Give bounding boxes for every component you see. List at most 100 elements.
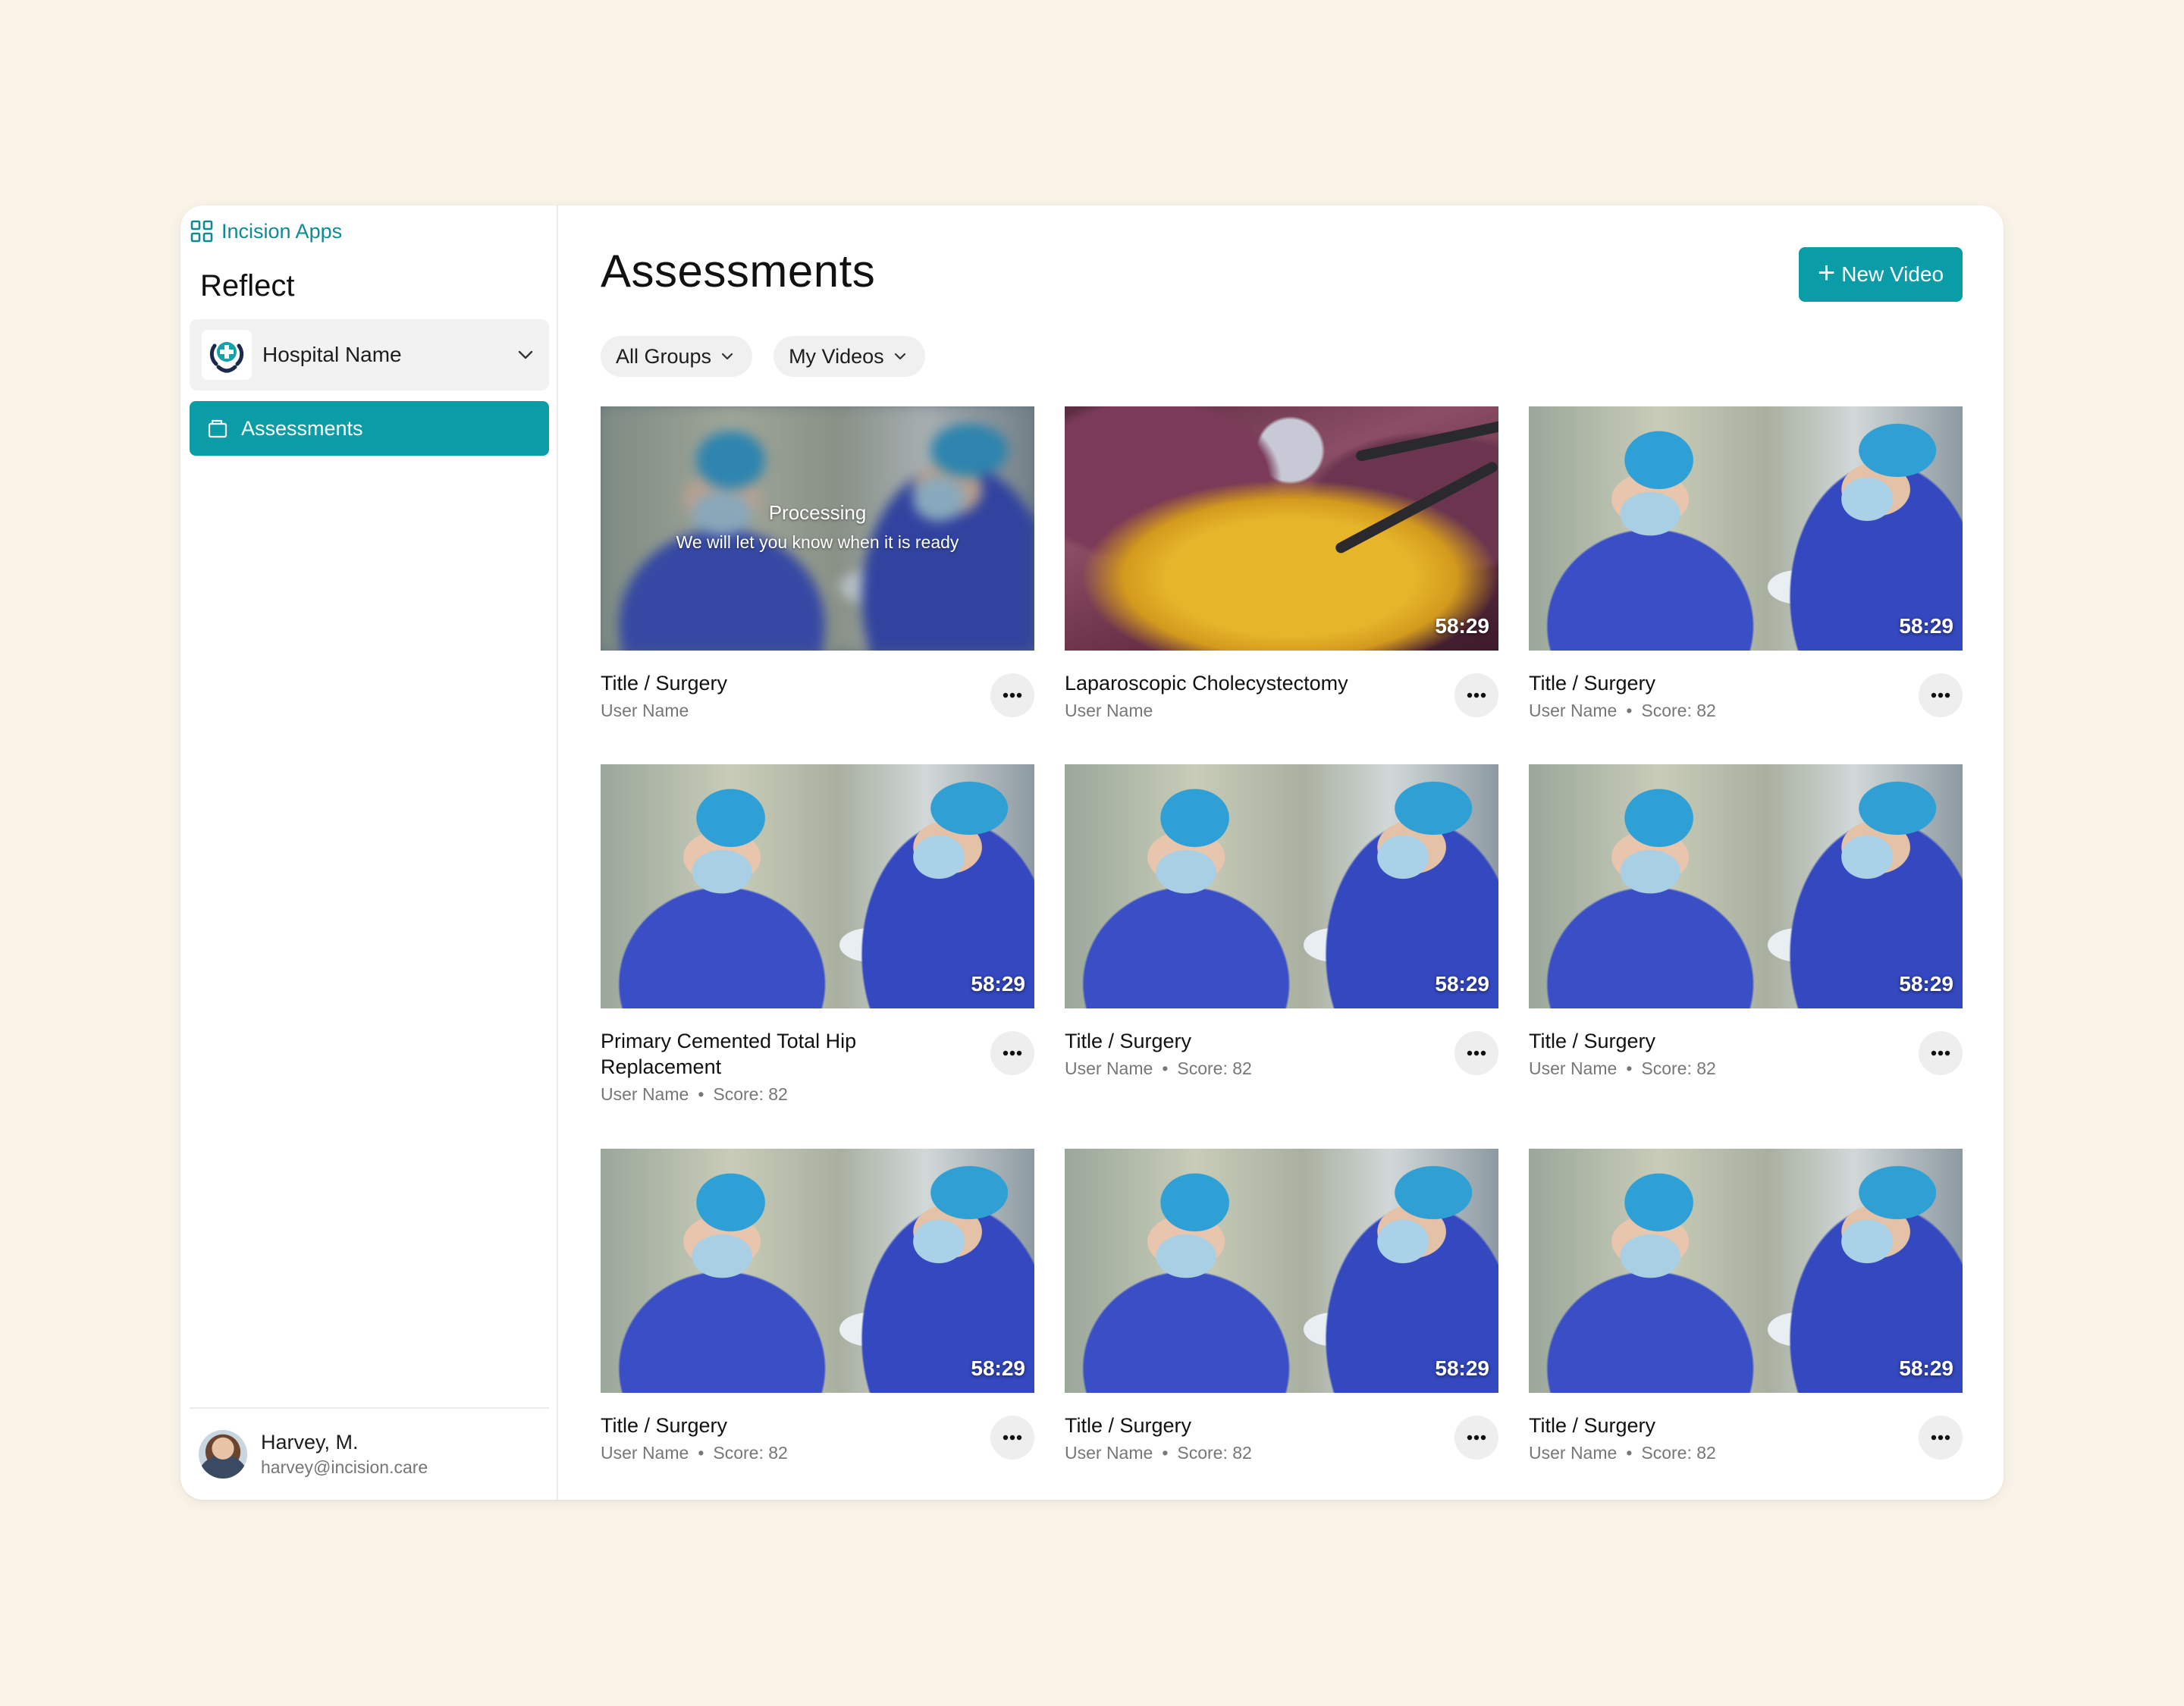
sidebar-item-assessments[interactable]: Assessments (190, 401, 549, 456)
video-card[interactable]: 58:29 Laparoscopic Cholecystectomy User … (1065, 406, 1498, 721)
video-title: Laparoscopic Cholecystectomy (1065, 672, 1348, 695)
video-meta: User Name • Score: 82 (1065, 1443, 1445, 1463)
video-duration: 58:29 (1899, 1356, 1953, 1380)
plus-icon: + (1817, 256, 1836, 290)
video-user: User Name (1065, 1443, 1153, 1463)
video-title: Title / Surgery (1065, 1414, 1192, 1437)
more-options-button[interactable] (990, 673, 1034, 717)
video-meta: User Name • Score: 82 (1529, 701, 1909, 721)
new-video-label: New Video (1841, 262, 1944, 286)
video-duration: 58:29 (1435, 972, 1489, 996)
avatar (199, 1430, 247, 1479)
hospital-name: Hospital Name (262, 343, 402, 366)
video-thumbnail[interactable]: Processing We will let you know when it … (601, 406, 1034, 651)
video-thumbnail[interactable]: 58:29 (1065, 764, 1498, 1008)
page-title: Assessments (601, 246, 876, 296)
user-name: Harvey, M. (261, 1431, 359, 1454)
more-horizontal-icon (1003, 692, 1022, 698)
video-user: User Name (601, 701, 689, 720)
user-profile[interactable]: Harvey, M. harvey@incision.care (190, 1407, 549, 1500)
filter-label: My Videos (789, 344, 884, 368)
user-email: harvey@incision.care (261, 1457, 428, 1477)
video-thumbnail[interactable]: 58:29 (1065, 406, 1498, 651)
more-options-button[interactable] (1919, 1416, 1963, 1460)
more-options-button[interactable] (1454, 1416, 1498, 1460)
video-title: Title / Surgery (1529, 1414, 1656, 1437)
more-horizontal-icon (1467, 692, 1486, 698)
video-meta: User Name • Score: 82 (601, 1084, 981, 1105)
app-window: Incision Apps Reflect Hospital Name Asse… (180, 205, 2004, 1500)
video-score: Score: 82 (1177, 1058, 1252, 1078)
chevron-down-icon (514, 343, 537, 366)
more-options-button[interactable] (1919, 673, 1963, 717)
processing-overlay: Processing We will let you know when it … (601, 501, 1034, 553)
more-options-button[interactable] (1454, 1031, 1498, 1075)
app-title: Reflect (200, 269, 295, 303)
more-options-button[interactable] (990, 1416, 1034, 1460)
video-score: Score: 82 (1177, 1443, 1252, 1463)
video-card[interactable]: 58:29 Title / Surgery User Name • Score: 8… (1065, 764, 1498, 1079)
video-thumbnail[interactable]: 58:29 (601, 1149, 1034, 1393)
hospital-selector[interactable]: Hospital Name (190, 319, 549, 390)
video-user: User Name (601, 1084, 689, 1104)
incision-apps-label: Incision Apps (221, 219, 343, 243)
video-meta: User Name • Score: 82 (601, 1443, 981, 1463)
video-score: Score: 82 (1641, 1058, 1716, 1078)
separator-dot: • (1626, 1443, 1633, 1463)
more-horizontal-icon (1931, 1050, 1950, 1056)
video-thumbnail[interactable]: 58:29 (601, 764, 1034, 1008)
video-card[interactable]: 58:29 Title / Surgery User Name • Score: 8… (1529, 1149, 1963, 1463)
video-user: User Name (1529, 701, 1618, 720)
video-user: User Name (1065, 701, 1153, 720)
video-card[interactable]: 58:29 Primary Cemented Total Hip Replace… (601, 764, 1034, 1105)
chevron-down-icon (719, 348, 736, 365)
video-thumbnail[interactable]: 58:29 (1529, 764, 1963, 1008)
video-duration: 58:29 (1435, 614, 1489, 638)
more-options-button[interactable] (990, 1031, 1034, 1075)
more-horizontal-icon (1931, 1435, 1950, 1441)
more-horizontal-icon (1467, 1435, 1486, 1441)
chevron-down-icon (892, 348, 908, 365)
video-card[interactable]: Processing We will let you know when it … (601, 406, 1034, 721)
filter-all-groups[interactable]: All Groups (601, 336, 753, 377)
video-title: Title / Surgery (601, 672, 728, 695)
more-horizontal-icon (1003, 1435, 1022, 1441)
new-video-button[interactable]: + New Video (1799, 247, 1963, 302)
video-card[interactable]: 58:29 Title / Surgery User Name • Score: 8… (1529, 764, 1963, 1079)
filter-bar: All Groups My Videos (601, 336, 925, 377)
incision-apps-link[interactable]: Incision Apps (190, 219, 342, 243)
video-duration: 58:29 (1899, 614, 1953, 638)
video-duration: 58:29 (1435, 1356, 1489, 1380)
video-duration: 58:29 (971, 1356, 1025, 1380)
video-meta: User Name • Score: 82 (1529, 1443, 1909, 1463)
video-thumbnail[interactable]: 58:29 (1529, 406, 1963, 651)
video-duration: 58:29 (971, 972, 1025, 996)
processing-title: Processing (768, 501, 867, 524)
video-meta: User Name • Score: 82 (1065, 1058, 1445, 1079)
video-thumbnail[interactable]: 58:29 (1529, 1149, 1963, 1393)
processing-subtitle: We will let you know when it is ready (676, 532, 959, 552)
separator-dot: • (698, 1443, 704, 1463)
separator-dot: • (1162, 1058, 1169, 1078)
video-duration: 58:29 (1899, 972, 1953, 996)
more-horizontal-icon (1931, 692, 1950, 698)
grid-icon (190, 219, 214, 243)
more-options-button[interactable] (1454, 673, 1498, 717)
separator-dot: • (1162, 1443, 1169, 1463)
filter-my-videos[interactable]: My Videos (774, 336, 925, 377)
video-user: User Name (1529, 1058, 1618, 1078)
video-meta: User Name • Score: 82 (1529, 1058, 1909, 1079)
video-title: Title / Surgery (601, 1414, 728, 1437)
more-options-button[interactable] (1919, 1031, 1963, 1075)
video-user: User Name (1065, 1058, 1153, 1078)
video-user: User Name (1529, 1443, 1618, 1463)
video-title: Title / Surgery (1529, 1030, 1656, 1052)
video-card[interactable]: 58:29 Title / Surgery User Name • Score: 8… (1065, 1149, 1498, 1463)
video-card[interactable]: 58:29 Title / Surgery User Name • Score: 8… (1529, 406, 1963, 721)
separator-dot: • (1626, 701, 1633, 720)
video-meta: User Name (601, 701, 981, 721)
more-horizontal-icon (1003, 1050, 1022, 1056)
video-thumbnail[interactable]: 58:29 (1065, 1149, 1498, 1393)
video-meta: User Name (1065, 701, 1445, 721)
video-card[interactable]: 58:29 Title / Surgery User Name • Score: 8… (601, 1149, 1034, 1463)
